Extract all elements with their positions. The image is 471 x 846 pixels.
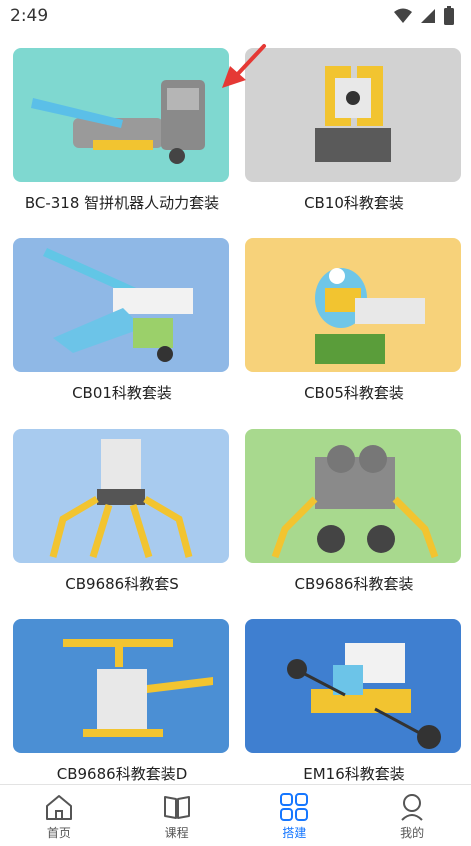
tab-build[interactable]: 搭建: [236, 785, 354, 846]
product-label: CB10科教套装: [304, 194, 404, 212]
product-card[interactable]: CB9686科教套装: [245, 429, 463, 594]
annotation-arrow-icon: [222, 44, 266, 88]
book-icon: [163, 796, 190, 819]
status-bar: 2:49: [0, 0, 471, 34]
product-image: [245, 48, 461, 182]
product-label: CB05科教套装: [304, 384, 404, 402]
battery-icon: [444, 6, 454, 25]
product-grid: BC-318 智拼机器人动力套装 CB10科教套装 CB01科教套装 CB05科…: [0, 34, 471, 784]
product-label: CB9686科教套S: [65, 575, 179, 593]
tab-label: 我的: [400, 826, 425, 840]
bottom-tab-bar: 首页 课程 搭建 我的: [0, 784, 471, 846]
product-image: [13, 619, 229, 753]
status-time: 2:49: [10, 6, 49, 26]
product-card[interactable]: CB9686科教套S: [13, 429, 231, 594]
product-label: CB9686科教套装D: [56, 765, 188, 783]
product-image: [13, 48, 229, 182]
status-icons: [393, 6, 455, 26]
tab-courses[interactable]: 课程: [118, 785, 236, 846]
product-label: BC-318 智拼机器人动力套装: [24, 194, 220, 212]
product-card[interactable]: CB05科教套装: [245, 238, 463, 403]
product-image: [13, 238, 229, 372]
product-card[interactable]: CB01科教套装: [13, 238, 231, 403]
grid-icon: [280, 793, 309, 821]
product-label: CB01科教套装: [72, 384, 172, 402]
person-icon: [401, 794, 423, 821]
product-image: [245, 238, 461, 372]
tab-home[interactable]: 首页: [0, 785, 118, 846]
home-icon: [45, 795, 72, 820]
tab-profile[interactable]: 我的: [353, 785, 471, 846]
tab-label: 搭建: [282, 826, 307, 840]
product-image: [245, 429, 461, 563]
product-card[interactable]: CB9686科教套装D: [13, 619, 231, 784]
signal-icon: [421, 9, 435, 23]
product-image: [245, 619, 461, 753]
tab-label: 课程: [164, 826, 189, 840]
product-image: [13, 429, 229, 563]
product-card[interactable]: CB10科教套装: [245, 48, 463, 213]
product-card[interactable]: BC-318 智拼机器人动力套装: [13, 48, 231, 213]
product-card[interactable]: EM16科教套装: [245, 619, 463, 784]
tab-label: 首页: [46, 826, 71, 840]
wifi-icon: [394, 8, 412, 23]
product-label: CB9686科教套装: [294, 575, 414, 593]
product-label: EM16科教套装: [303, 765, 405, 783]
